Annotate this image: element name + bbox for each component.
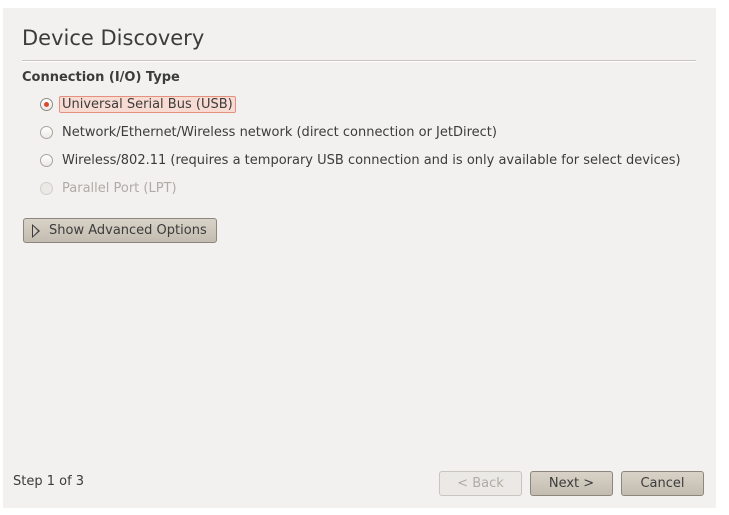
radio-wireless-indicator[interactable] (40, 153, 53, 167)
radio-wireless[interactable]: Wireless/802.11 (requires a temporary US… (40, 149, 681, 171)
radio-parallel-label: Parallel Port (LPT) (62, 180, 177, 196)
title-divider (22, 60, 696, 62)
step-indicator: Step 1 of 3 (13, 474, 85, 489)
radio-usb[interactable]: Universal Serial Bus (USB) (40, 93, 236, 115)
radio-network[interactable]: Network/Ethernet/Wireless network (direc… (40, 121, 497, 143)
show-advanced-options-button[interactable]: Show Advanced Options (23, 218, 217, 243)
back-button: < Back (439, 471, 522, 496)
page-title: Device Discovery (22, 26, 205, 50)
next-button[interactable]: Next > (530, 471, 613, 496)
radio-network-label[interactable]: Network/Ethernet/Wireless network (direc… (62, 125, 497, 140)
radio-wireless-label[interactable]: Wireless/802.11 (requires a temporary US… (62, 153, 681, 168)
radio-parallel-indicator (40, 181, 53, 195)
radio-parallel: Parallel Port (LPT) (40, 177, 177, 199)
connection-type-label: Connection (I/O) Type (22, 70, 180, 85)
expander-arrow-icon (32, 223, 40, 238)
radio-usb-label[interactable]: Universal Serial Bus (USB) (59, 95, 236, 113)
cancel-button[interactable]: Cancel (621, 471, 704, 496)
radio-network-indicator[interactable] (40, 125, 53, 139)
radio-usb-indicator[interactable] (40, 97, 53, 111)
show-advanced-options-label: Show Advanced Options (49, 223, 207, 238)
dialog-window: Device Discovery Connection (I/O) Type U… (3, 8, 716, 508)
